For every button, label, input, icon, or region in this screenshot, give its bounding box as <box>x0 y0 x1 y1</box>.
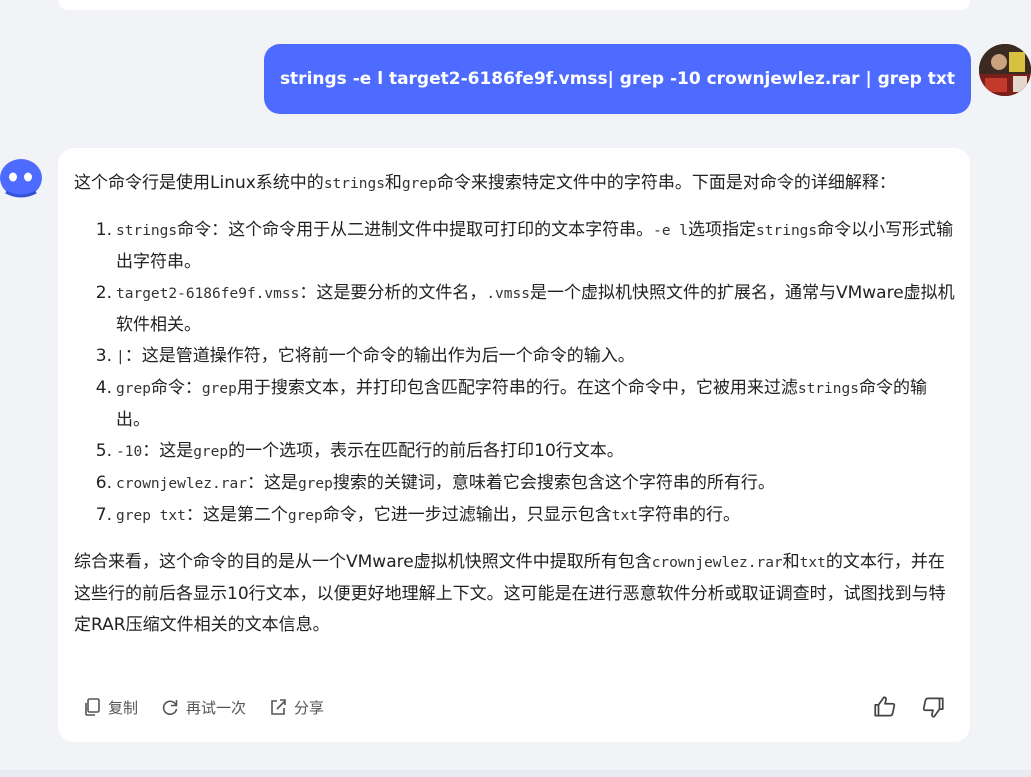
user-message-bubble: strings -e l target2-6186fe9f.vmss| grep… <box>263 44 971 114</box>
text-run: ：这是管道操作符，它将前一个命令的输出作为后一个命令的输入。 <box>124 346 635 366</box>
input-area-edge <box>0 770 1031 777</box>
text-run: 字符串的行。 <box>637 505 740 525</box>
list-item-text: crownjewlez.rar：这是grep搜索的关键词，意味着它会搜索包含这个… <box>116 468 958 500</box>
list-item-number: 7. <box>95 505 112 525</box>
user-avatar-image <box>979 44 1031 96</box>
retry-button[interactable]: 再试一次 <box>160 697 246 718</box>
inline-code: -10 <box>116 444 143 460</box>
list-item: 3. |：这是管道操作符，它将前一个命令的输出作为后一个命令的输入。 <box>74 341 958 373</box>
thumbs-up-icon <box>874 696 896 717</box>
copy-button[interactable]: 复制 <box>82 697 138 718</box>
inline-code: grep <box>201 381 237 397</box>
inline-code: .vmss <box>486 286 530 302</box>
previous-message-card <box>58 0 970 10</box>
copy-label: 复制 <box>108 698 139 717</box>
feedback-buttons <box>872 692 946 722</box>
share-icon <box>271 699 286 715</box>
retry-label: 再试一次 <box>186 698 247 717</box>
text-run: ：这是 <box>246 473 298 493</box>
bot-avatar <box>0 156 44 200</box>
inline-code: grep <box>193 444 229 460</box>
text-run: 命令，它进一步过滤输出，只显示包含 <box>322 505 612 525</box>
list-item-number: 4. <box>95 378 112 398</box>
robot-avatar-icon <box>0 159 42 198</box>
thumbs-down-icon <box>922 697 944 718</box>
list-item-text: grep命令：grep用于搜索文本，并打印包含匹配字符串的行。在这个命令中，它被… <box>116 373 958 436</box>
inline-code: crownjewlez.rar <box>116 476 247 492</box>
share-label: 分享 <box>294 698 325 717</box>
list-item-number: 3. <box>95 346 112 366</box>
copy-icon <box>85 698 100 716</box>
list-item: 6. crownjewlez.rar：这是grep搜索的关键词，意味着它会搜索包含… <box>74 468 958 500</box>
list-item: 4. grep命令：grep用于搜索文本，并打印包含匹配字符串的行。在这个命令中，… <box>74 373 958 436</box>
list-item-number: 5. <box>95 441 112 461</box>
answer-actions: 复制 再试一次 分享 <box>82 692 346 722</box>
answer-summary: 综合来看，这个命令的目的是从一个VMware虚拟机快照文件中提取所有包含crow… <box>74 552 946 635</box>
inline-code: grep <box>297 476 333 492</box>
share-button[interactable]: 分享 <box>268 697 324 718</box>
list-item-number: 2. <box>95 283 112 303</box>
list-item: 5. -10：这是grep的一个选项，表示在匹配行的前后各打印10行文本。 <box>74 436 958 468</box>
inline-code: txt <box>611 508 638 524</box>
inline-code: grep <box>116 381 151 397</box>
list-item-text: grep txt：这是第二个grep命令，它进一步过滤输出，只显示包含txt字符… <box>116 500 958 532</box>
like-button[interactable] <box>872 694 898 720</box>
text-run: ：这是第二个 <box>185 505 288 525</box>
inline-code: grep <box>401 176 437 192</box>
user-message-row: strings -e l target2-6186fe9f.vmss| grep… <box>0 44 1031 116</box>
refresh-icon <box>162 700 178 716</box>
assistant-answer-card: 这个命令行是使用Linux系统中的strings和grep命令来搜索特定文件中的… <box>58 148 970 742</box>
inline-code: txt <box>799 555 826 571</box>
text-run: 选项指定 <box>688 220 757 240</box>
text-run: ：这是 <box>142 441 194 461</box>
list-item-number: 6. <box>95 473 112 493</box>
text-run: 用于搜索文本，并打印包含匹配字符串的行。在这个命令中，它被用来过滤 <box>236 378 798 398</box>
inline-code: strings <box>797 381 859 397</box>
text-run: 命令：这个命令用于从二进制文件中提取可打印的文本字符串。 <box>177 220 654 240</box>
answer-intro: 这个命令行是使用Linux系统中的strings和grep命令来搜索特定文件中的… <box>74 173 896 193</box>
inline-code: strings <box>116 223 178 239</box>
inline-code: target2-6186fe9f.vmss <box>116 286 300 302</box>
user-avatar[interactable] <box>979 44 1031 96</box>
inline-code: grep txt <box>116 508 186 524</box>
answer-content: 这个命令行是使用Linux系统中的strings和grep命令来搜索特定文件中的… <box>74 168 958 641</box>
list-item: 2. target2-6186fe9f.vmss：这是要分析的文件名，.vmss是… <box>74 278 958 341</box>
inline-code: | <box>116 349 125 365</box>
list-item: 1. strings命令：这个命令用于从二进制文件中提取可打印的文本字符串。-e … <box>74 215 958 278</box>
inline-code: grep <box>287 508 323 524</box>
inline-code: strings <box>323 176 385 192</box>
inline-code: strings <box>756 223 818 239</box>
text-run: 命令： <box>150 378 202 398</box>
list-item-text: target2-6186fe9f.vmss：这是要分析的文件名，.vmss是一个… <box>116 278 958 341</box>
list-item-text: strings命令：这个命令用于从二进制文件中提取可打印的文本字符串。-e l选… <box>116 215 958 278</box>
list-item-text: -10：这是grep的一个选项，表示在匹配行的前后各打印10行文本。 <box>116 436 958 468</box>
dislike-button[interactable] <box>920 694 946 720</box>
text-run: ：这是要分析的文件名， <box>299 283 487 303</box>
explanation-list: 1. strings命令：这个命令用于从二进制文件中提取可打印的文本字符串。-e … <box>74 215 958 532</box>
inline-code: crownjewlez.rar <box>651 555 783 571</box>
text-run: 的一个选项，表示在匹配行的前后各打印10行文本。 <box>228 441 624 461</box>
text-run: 搜索的关键词，意味着它会搜索包含这个字符串的所有行。 <box>332 473 775 493</box>
list-item-number: 1. <box>95 220 112 240</box>
inline-code: -e l <box>653 223 689 239</box>
list-item-text: |：这是管道操作符，它将前一个命令的输出作为后一个命令的输入。 <box>116 341 958 373</box>
list-item: 7. grep txt：这是第二个grep命令，它进一步过滤输出，只显示包含txt… <box>74 500 958 532</box>
